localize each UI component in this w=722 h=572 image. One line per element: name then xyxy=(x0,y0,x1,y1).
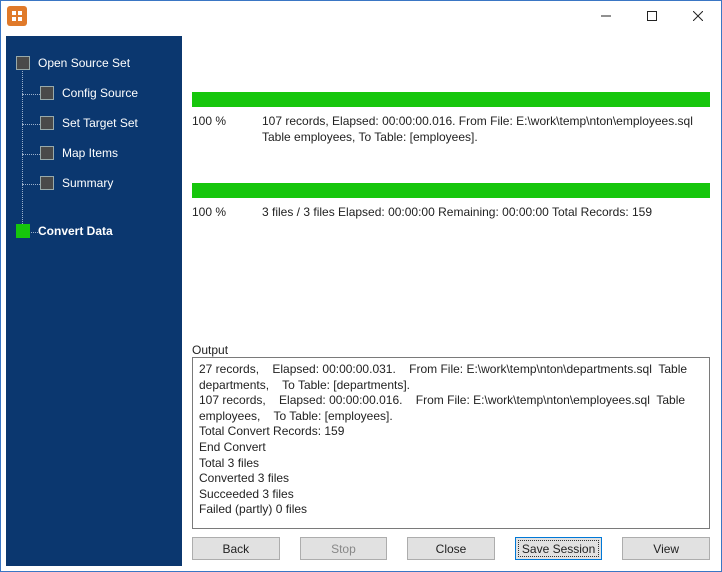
step-config-source[interactable]: Config Source xyxy=(6,78,182,108)
output-log[interactable]: 27 records, Elapsed: 00:00:00.031. From … xyxy=(192,357,710,529)
task-progress-section: 100 % 107 records, Elapsed: 00:00:00.016… xyxy=(192,92,710,183)
task-progress-info: 107 records, Elapsed: 00:00:00.016. From… xyxy=(262,113,710,145)
step-map-items[interactable]: Map Items xyxy=(6,138,182,168)
step-marker-icon xyxy=(40,116,54,130)
step-marker-icon xyxy=(16,224,30,238)
overall-progress-section: 100 % 3 files / 3 files Elapsed: 00:00:0… xyxy=(192,183,710,220)
app-icon xyxy=(7,6,27,26)
step-set-target-set[interactable]: Set Target Set xyxy=(6,108,182,138)
step-label: Summary xyxy=(62,176,113,190)
content-area: Open Source Set Config Source Set Target… xyxy=(1,31,721,571)
overall-progress-info: 3 files / 3 files Elapsed: 00:00:00 Rema… xyxy=(262,204,710,220)
button-row: Back Stop Close Save Session View xyxy=(192,529,710,562)
step-label: Set Target Set xyxy=(62,116,138,130)
step-label: Map Items xyxy=(62,146,118,160)
close-wizard-button[interactable]: Close xyxy=(407,537,495,560)
output-label: Output xyxy=(192,343,710,357)
stop-button[interactable]: Stop xyxy=(300,537,388,560)
step-label: Convert Data xyxy=(38,224,113,238)
main-panel: 100 % 107 records, Elapsed: 00:00:00.016… xyxy=(182,36,716,566)
save-session-button[interactable]: Save Session xyxy=(515,537,603,560)
app-window: Open Source Set Config Source Set Target… xyxy=(0,0,722,572)
step-open-source-set[interactable]: Open Source Set xyxy=(6,48,182,78)
step-convert-data[interactable]: Convert Data xyxy=(6,216,182,246)
view-button[interactable]: View xyxy=(622,537,710,560)
back-button[interactable]: Back xyxy=(192,537,280,560)
minimize-button[interactable] xyxy=(583,1,629,31)
step-marker-icon xyxy=(16,56,30,70)
step-label: Config Source xyxy=(62,86,138,100)
titlebar xyxy=(1,1,721,31)
overall-progress-bar xyxy=(192,183,710,198)
task-progress-bar xyxy=(192,92,710,107)
overall-progress-percent: 100 % xyxy=(192,204,262,220)
step-marker-icon xyxy=(40,176,54,190)
step-label: Open Source Set xyxy=(38,56,130,70)
task-progress-percent: 100 % xyxy=(192,113,262,129)
step-marker-icon xyxy=(40,86,54,100)
step-marker-icon xyxy=(40,146,54,160)
step-summary[interactable]: Summary xyxy=(6,168,182,198)
wizard-sidebar: Open Source Set Config Source Set Target… xyxy=(6,36,182,566)
maximize-button[interactable] xyxy=(629,1,675,31)
close-button[interactable] xyxy=(675,1,721,31)
